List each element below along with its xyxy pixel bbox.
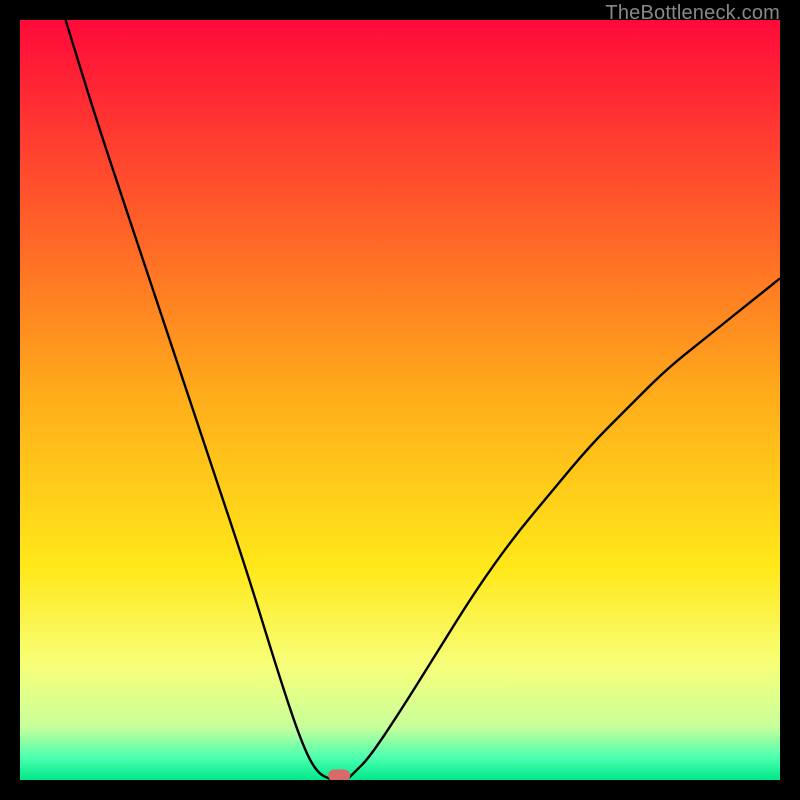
bottleneck-chart xyxy=(20,20,780,780)
gradient-background xyxy=(20,20,780,780)
optimal-point-marker xyxy=(328,769,350,780)
credit-watermark: TheBottleneck.com xyxy=(605,2,780,25)
